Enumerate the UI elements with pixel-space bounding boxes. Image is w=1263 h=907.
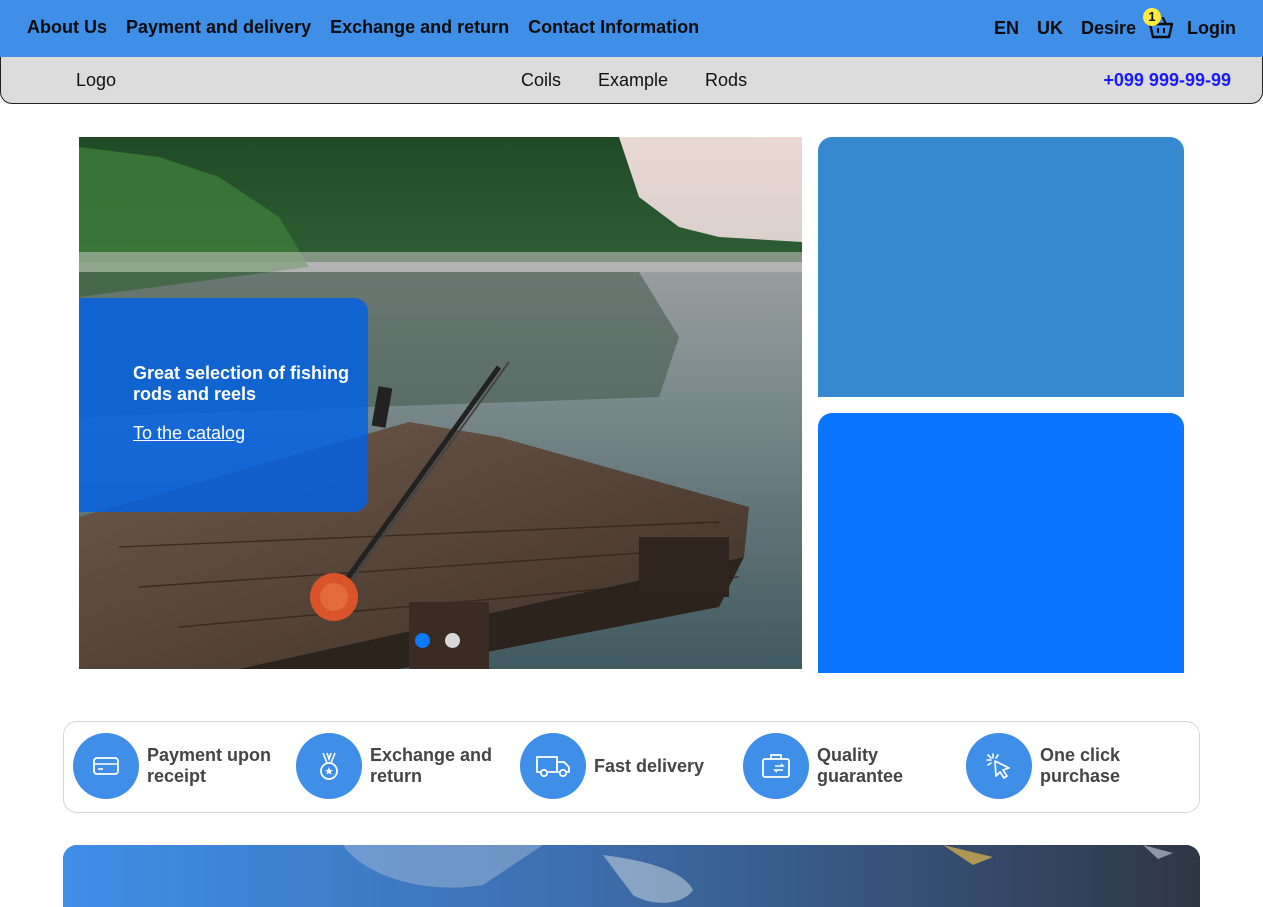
feature-payment-upon-receipt: Payment upon receipt xyxy=(73,732,277,800)
lang-en-button[interactable]: EN xyxy=(994,18,1019,39)
feature-label: Fast delivery xyxy=(594,755,705,776)
desire-link[interactable]: Desire xyxy=(1081,18,1136,39)
promo-card: Great selection of fishing rods and reel… xyxy=(79,298,368,512)
feature-icon-circle xyxy=(296,733,362,799)
cursor-click-icon xyxy=(986,753,1010,779)
feature-fast-delivery: Fast delivery xyxy=(520,732,724,800)
feature-one-click-purchase: One click purchase xyxy=(966,732,1170,800)
feature-label: Quality guarantee xyxy=(817,745,904,786)
features-bar: Payment upon receipt Exchange and return… xyxy=(63,721,1200,813)
nav-coils[interactable]: Coils xyxy=(521,70,561,91)
side-banner-bottom[interactable] xyxy=(818,413,1184,673)
category-nav: Coils Example Rods xyxy=(521,70,747,91)
logo[interactable]: Logo xyxy=(76,70,116,91)
slider-dot-1[interactable] xyxy=(415,633,430,648)
feature-icon-circle xyxy=(966,733,1032,799)
feature-icon-circle xyxy=(520,733,586,799)
medal-icon xyxy=(320,752,338,780)
cart-button[interactable]: 1 xyxy=(1143,8,1174,39)
to-catalog-link[interactable]: To the catalog xyxy=(133,423,245,444)
slider-dot-2[interactable] xyxy=(445,633,460,648)
lang-uk-button[interactable]: UK xyxy=(1037,18,1063,39)
cart-count-badge: 1 xyxy=(1143,8,1162,26)
side-banner-top[interactable] xyxy=(818,137,1184,397)
briefcase-icon xyxy=(762,754,790,778)
bottom-banner[interactable] xyxy=(63,845,1200,907)
feature-exchange-and-return: Exchange and return xyxy=(296,732,500,800)
banner-image xyxy=(63,845,1200,907)
top-bar: About Us Payment and delivery Exchange a… xyxy=(0,0,1263,57)
feature-label: Exchange and return xyxy=(370,745,493,786)
login-button[interactable]: Login xyxy=(1187,18,1236,39)
nav-contact-information[interactable]: Contact Information xyxy=(528,17,699,38)
nav-about-us[interactable]: About Us xyxy=(27,17,107,38)
nav-payment-delivery[interactable]: Payment and delivery xyxy=(126,17,311,38)
hero-slider: Great selection of fishing rods and reel… xyxy=(79,137,802,669)
phone-number[interactable]: +099 999-99-99 xyxy=(1103,70,1231,91)
feature-quality-guarantee: Quality guarantee xyxy=(743,732,947,800)
feature-label: One click purchase xyxy=(1040,745,1121,786)
top-right-controls: EN UK Desire 1 Login xyxy=(994,8,1236,39)
nav-exchange-return[interactable]: Exchange and return xyxy=(330,17,509,38)
nav-example[interactable]: Example xyxy=(598,70,668,91)
feature-label: Payment upon receipt xyxy=(147,745,272,786)
slider-dots xyxy=(415,633,460,648)
card-icon xyxy=(93,757,119,775)
truck-icon xyxy=(536,756,570,778)
feature-icon-circle xyxy=(73,733,139,799)
promo-title: Great selection of fishing rods and reel… xyxy=(133,363,350,404)
secondary-bar: Logo Coils Example Rods +099 999-99-99 xyxy=(0,57,1263,104)
nav-rods[interactable]: Rods xyxy=(705,70,747,91)
top-nav: About Us Payment and delivery Exchange a… xyxy=(27,17,699,38)
feature-icon-circle xyxy=(743,733,809,799)
